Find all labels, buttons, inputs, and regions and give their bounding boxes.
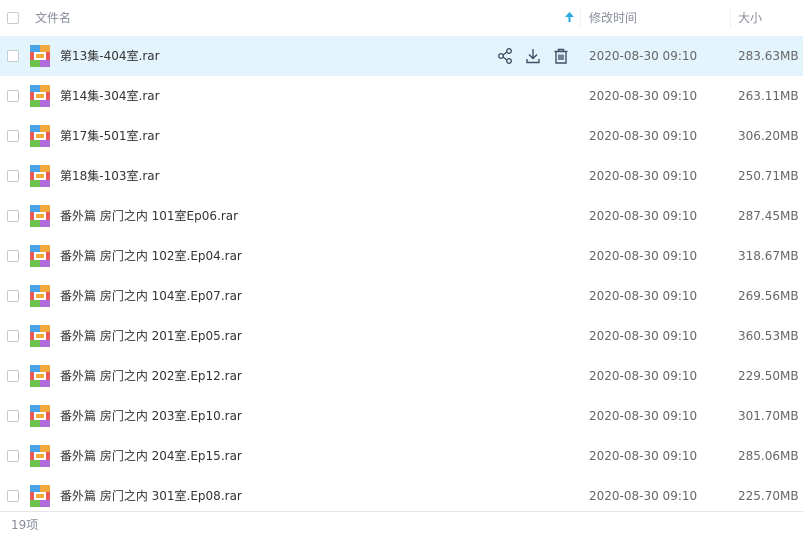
file-size: 306.20MB	[738, 129, 799, 143]
rar-archive-icon	[30, 405, 50, 427]
file-modified-time: 2020-08-30 09:10	[589, 49, 698, 63]
rar-archive-icon	[30, 365, 50, 387]
file-name[interactable]: 番外篇 房门之内 301室.Ep08.rar	[60, 476, 242, 516]
file-size: 250.71MB	[738, 169, 799, 183]
row-checkbox[interactable]	[7, 410, 19, 422]
file-modified-time: 2020-08-30 09:10	[589, 249, 698, 263]
file-size: 263.11MB	[738, 89, 799, 103]
column-divider[interactable]	[580, 8, 581, 28]
file-name[interactable]: 番外篇 房门之内 102室.Ep04.rar	[60, 236, 242, 276]
rar-archive-icon	[30, 485, 50, 507]
file-size: 225.70MB	[738, 489, 799, 503]
file-modified-time: 2020-08-30 09:10	[589, 369, 698, 383]
file-row[interactable]: 番外篇 房门之内 301室.Ep08.rar 2020-08-30 09:10 22…	[0, 476, 803, 516]
file-name[interactable]: 番外篇 房门之内 203室.Ep10.rar	[60, 396, 242, 436]
row-checkbox[interactable]	[7, 210, 19, 222]
rar-archive-icon	[30, 165, 50, 187]
file-modified-time: 2020-08-30 09:10	[589, 129, 698, 143]
row-checkbox[interactable]	[7, 250, 19, 262]
file-row[interactable]: 番外篇 房门之内 102室.Ep04.rar 2020-08-30 09:10 31…	[0, 236, 803, 276]
file-name[interactable]: 第13集-404室.rar	[60, 36, 160, 76]
file-row[interactable]: 番外篇 房门之内 204室.Ep15.rar 2020-08-30 09:10 28…	[0, 436, 803, 476]
column-header-name[interactable]: 文件名	[35, 0, 71, 36]
file-size: 318.67MB	[738, 249, 799, 263]
row-checkbox[interactable]	[7, 290, 19, 302]
file-name[interactable]: 番外篇 房门之内 202室.Ep12.rar	[60, 356, 242, 396]
file-modified-time: 2020-08-30 09:10	[589, 169, 698, 183]
rar-archive-icon	[30, 285, 50, 307]
column-divider[interactable]	[730, 8, 731, 28]
file-row[interactable]: 第17集-501室.rar 2020-08-30 09:10 306.20MB	[0, 116, 803, 156]
file-modified-time: 2020-08-30 09:10	[589, 329, 698, 343]
file-row[interactable]: 第18集-103室.rar 2020-08-30 09:10 250.71MB	[0, 156, 803, 196]
rar-archive-icon	[30, 85, 50, 107]
file-size: 360.53MB	[738, 329, 799, 343]
file-name[interactable]: 第18集-103室.rar	[60, 156, 160, 196]
column-header-size[interactable]: 大小	[738, 0, 762, 36]
file-name[interactable]: 番外篇 房门之内 204室.Ep15.rar	[60, 436, 242, 476]
file-modified-time: 2020-08-30 09:10	[589, 489, 698, 503]
row-checkbox[interactable]	[7, 450, 19, 462]
rar-archive-icon	[30, 45, 50, 67]
item-count: 19项	[11, 518, 39, 532]
status-bar: 19项	[0, 511, 803, 539]
file-size: 229.50MB	[738, 369, 799, 383]
file-row[interactable]: 第14集-304室.rar 2020-08-30 09:10 263.11MB	[0, 76, 803, 116]
file-size: 269.56MB	[738, 289, 799, 303]
row-checkbox[interactable]	[7, 50, 19, 62]
rar-archive-icon	[30, 325, 50, 347]
file-row[interactable]: 番外篇 房门之内 201室.Ep05.rar 2020-08-30 09:10 36…	[0, 316, 803, 356]
file-row[interactable]: 番外篇 房门之内 104室.Ep07.rar 2020-08-30 09:10 26…	[0, 276, 803, 316]
file-size: 301.70MB	[738, 409, 799, 423]
row-checkbox[interactable]	[7, 90, 19, 102]
file-modified-time: 2020-08-30 09:10	[589, 289, 698, 303]
file-list-header: 文件名 修改时间 大小	[0, 0, 803, 37]
file-name[interactable]: 番外篇 房门之内 101室Ep06.rar	[60, 196, 238, 236]
row-checkbox[interactable]	[7, 370, 19, 382]
file-name[interactable]: 番外篇 房门之内 104室.Ep07.rar	[60, 276, 242, 316]
row-checkbox[interactable]	[7, 130, 19, 142]
select-all-checkbox[interactable]	[7, 12, 19, 24]
sort-up-arrow-icon[interactable]	[565, 0, 574, 36]
file-size: 283.63MB	[738, 49, 799, 63]
rar-archive-icon	[30, 205, 50, 227]
rar-archive-icon	[30, 125, 50, 147]
row-checkbox[interactable]	[7, 330, 19, 342]
file-name[interactable]: 番外篇 房门之内 201室.Ep05.rar	[60, 316, 242, 356]
file-row[interactable]: 番外篇 房门之内 203室.Ep10.rar 2020-08-30 09:10 30…	[0, 396, 803, 436]
file-modified-time: 2020-08-30 09:10	[589, 209, 698, 223]
rar-archive-icon	[30, 445, 50, 467]
row-checkbox[interactable]	[7, 490, 19, 502]
file-modified-time: 2020-08-30 09:10	[589, 409, 698, 423]
rar-archive-icon	[30, 245, 50, 267]
file-modified-time: 2020-08-30 09:10	[589, 89, 698, 103]
file-size: 287.45MB	[738, 209, 799, 223]
file-size: 285.06MB	[738, 449, 799, 463]
column-header-time[interactable]: 修改时间	[589, 0, 637, 36]
file-name[interactable]: 第17集-501室.rar	[60, 116, 160, 156]
file-row[interactable]: 番外篇 房门之内 101室Ep06.rar 2020-08-30 09:10 287…	[0, 196, 803, 236]
file-name[interactable]: 第14集-304室.rar	[60, 76, 160, 116]
row-checkbox[interactable]	[7, 170, 19, 182]
delete-icon[interactable]	[552, 47, 570, 65]
file-row[interactable]: 第13集-404室.rar 2020-08-30 09:10 283.63MB	[0, 36, 803, 76]
file-modified-time: 2020-08-30 09:10	[589, 449, 698, 463]
share-icon[interactable]	[496, 47, 514, 65]
file-row[interactable]: 番外篇 房门之内 202室.Ep12.rar 2020-08-30 09:10 22…	[0, 356, 803, 396]
download-icon[interactable]	[524, 47, 542, 65]
